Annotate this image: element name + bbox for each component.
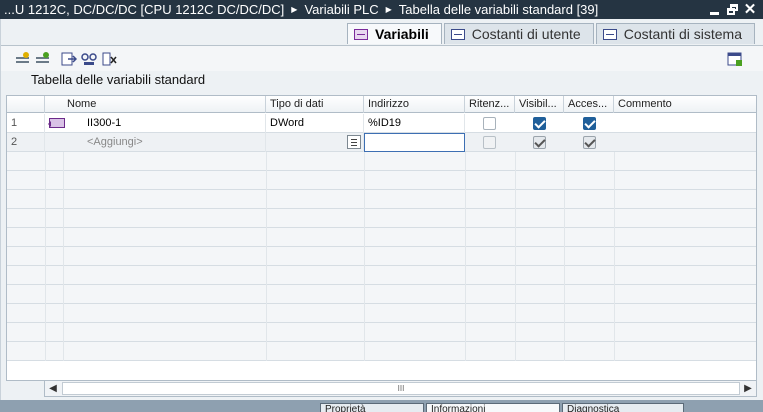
row-number: 1: [7, 114, 45, 133]
empty-row: [7, 323, 756, 342]
insert-row-icon: [36, 51, 49, 63]
restore-button[interactable]: [725, 3, 739, 17]
empty-row: [7, 152, 756, 171]
export-button[interactable]: [61, 51, 77, 67]
tab-strip: Variabili Costanti di utente Costanti di…: [347, 23, 755, 44]
accessible-checkbox[interactable]: [583, 117, 596, 130]
editor-panel: Variabili Costanti di utente Costanti di…: [0, 19, 763, 400]
table-title: Tabella delle variabili standard: [31, 72, 206, 87]
scroll-left-icon[interactable]: ◀: [45, 381, 61, 396]
table-row[interactable]: 2 <Aggiungi>: [7, 133, 756, 152]
retain-checkbox[interactable]: [483, 117, 496, 130]
header-row-number: [7, 96, 45, 113]
show-all-columns-button[interactable]: [727, 51, 743, 67]
chevron-right-icon: ▶: [385, 5, 392, 14]
list-picker-icon[interactable]: [347, 135, 361, 149]
breadcrumb: ...U 1212C, DC/DC/DC [CPU 1212C DC/DC/DC…: [0, 2, 598, 17]
tab-label: Variabili: [375, 26, 429, 42]
empty-row: [7, 266, 756, 285]
empty-row: [7, 209, 756, 228]
breadcrumb-tag-table: Tabella delle variabili standard [39]: [398, 2, 599, 17]
inspector-bar: Proprietà Informazioni Diagnostica: [0, 400, 763, 412]
visible-checkbox[interactable]: [533, 117, 546, 130]
table-row[interactable]: 1 II300-1 DWord %ID19: [7, 114, 756, 133]
row-number: 2: [7, 133, 45, 152]
tab-costanti-sistema[interactable]: Costanti di sistema: [595, 23, 755, 44]
address-input[interactable]: [364, 133, 465, 152]
insert-row-button[interactable]: [35, 51, 51, 67]
export-icon: [61, 52, 77, 65]
tab-proprieta[interactable]: Proprietà: [320, 403, 424, 412]
tag-icon: [48, 118, 65, 128]
empty-row: [7, 285, 756, 304]
breadcrumb-device[interactable]: ...U 1212C, DC/DC/DC [CPU 1212C DC/DC/DC…: [4, 2, 284, 17]
add-row-button[interactable]: [15, 51, 31, 67]
columns-icon: [727, 52, 742, 66]
glasses-icon: [81, 52, 97, 65]
header-ritenzione[interactable]: Ritenz...: [465, 96, 515, 113]
tab-label: Costanti di sistema: [623, 26, 742, 42]
tag-name-cell[interactable]: II300-1: [83, 114, 266, 133]
header-visibile[interactable]: Visibil...: [515, 96, 564, 113]
scroll-thumb[interactable]: III: [62, 382, 740, 395]
tag-table: Nome Tipo di dati Indirizzo Ritenz... Vi…: [6, 95, 757, 381]
empty-row: [7, 228, 756, 247]
header-tipo-dati[interactable]: Tipo di dati: [266, 96, 364, 113]
add-row-icon: [16, 51, 29, 63]
header-indirizzo[interactable]: Indirizzo: [364, 96, 465, 113]
data-type-cell[interactable]: DWord: [266, 114, 364, 133]
window-controls: ✕: [707, 0, 757, 19]
monitor-button[interactable]: [81, 51, 97, 67]
empty-row: [7, 171, 756, 190]
close-button[interactable]: ✕: [743, 0, 757, 18]
delete-button[interactable]: [101, 51, 117, 67]
address-cell[interactable]: %ID19: [364, 114, 465, 133]
chevron-right-icon: ▶: [291, 5, 298, 14]
empty-row: [7, 190, 756, 209]
empty-row: [7, 304, 756, 323]
tab-variabili[interactable]: Variabili: [347, 23, 442, 44]
header-nome[interactable]: Nome: [63, 96, 266, 113]
minimize-icon: [709, 11, 719, 15]
visible-checkbox: [533, 136, 546, 149]
toolbar: [1, 45, 763, 71]
system-constants-icon: [602, 28, 617, 40]
table-header: Nome Tipo di dati Indirizzo Ritenz... Vi…: [7, 96, 756, 113]
header-commento[interactable]: Commento: [614, 96, 756, 113]
horizontal-scrollbar[interactable]: ◀ III ▶: [44, 380, 757, 397]
restore-icon: [726, 4, 738, 15]
empty-row: [7, 342, 756, 361]
title-bar: ...U 1212C, DC/DC/DC [CPU 1212C DC/DC/DC…: [0, 0, 763, 19]
delete-icon: [102, 52, 117, 65]
minimize-button[interactable]: [707, 3, 721, 17]
scroll-right-icon[interactable]: ▶: [740, 381, 756, 396]
header-accessibile[interactable]: Acces...: [564, 96, 614, 113]
tab-costanti-utente[interactable]: Costanti di utente: [443, 23, 594, 44]
tab-informazioni[interactable]: Informazioni: [426, 403, 560, 412]
add-new-cell[interactable]: <Aggiungi>: [83, 133, 266, 152]
tag-table-icon: [354, 28, 369, 40]
retain-checkbox: [483, 136, 496, 149]
tab-label: Costanti di utente: [471, 26, 581, 42]
accessible-checkbox: [583, 136, 596, 149]
close-icon: ✕: [743, 0, 757, 18]
constants-icon: [450, 28, 465, 40]
comment-cell[interactable]: [614, 114, 756, 133]
comment-cell[interactable]: [614, 133, 756, 152]
breadcrumb-plc-tags[interactable]: Variabili PLC: [304, 2, 378, 17]
tab-diagnostica[interactable]: Diagnostica: [562, 403, 684, 412]
empty-row: [7, 247, 756, 266]
